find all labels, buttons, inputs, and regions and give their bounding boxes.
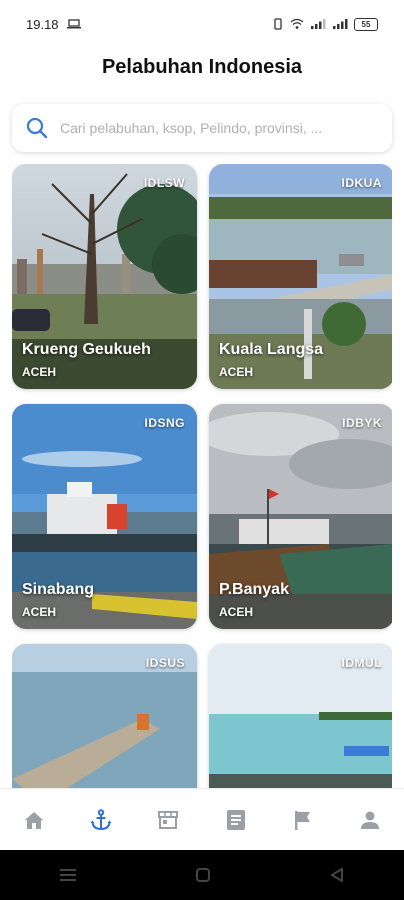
port-code: IDSUS [145,656,185,670]
port-province: ACEH [219,605,254,619]
port-card[interactable]: IDKUA Kuala Langsa ACEH [209,164,392,389]
port-card[interactable]: IDLSW Krueng Geukueh ACEH [12,164,197,389]
port-name: Kuala Langsa [219,341,324,358]
port-name: Sinabang [22,581,95,598]
store-icon [158,811,179,829]
home-icon [24,812,43,829]
battery-level: 55 [361,19,371,29]
battery-icon: 55 [354,17,378,31]
anchor-icon [90,809,112,831]
status-time: 19.18 [26,16,59,32]
signal-icon [311,19,326,29]
port-name: Krueng Geukueh [22,341,151,358]
system-nav-bar [0,850,404,900]
flag-icon [294,811,310,830]
port-name: P.Banyak [219,581,289,598]
port-card[interactable]: IDSNG Sinabang ACEH [12,404,197,629]
page-title: Pelabuhan Indonesia [101,56,303,78]
search-bar[interactable] [12,104,392,152]
nav-home[interactable] [14,800,54,840]
vibrate-icon [274,18,282,30]
search-icon [26,117,48,139]
nav-store[interactable] [148,800,188,840]
port-card[interactable]: IDMUL [209,644,392,788]
signal-icon [333,19,348,29]
status-bar: 19.18 55 [0,0,404,48]
laptop-icon [66,19,81,29]
port-code: IDSNG [144,416,185,430]
menu-icon[interactable] [59,868,77,882]
wifi-icon [290,18,304,29]
port-code: IDLSW [143,176,185,190]
document-icon [226,810,245,830]
nav-ports[interactable] [81,800,121,840]
user-icon [361,811,380,829]
port-card[interactable]: IDSUS [12,644,197,788]
nav-flag[interactable] [283,800,323,840]
port-grid: IDLSW Krueng Geukueh ACEH IDKUA Kuala La… [12,164,392,788]
port-code: IDKUA [341,176,382,190]
nav-profile[interactable] [350,800,390,840]
port-province: ACEH [219,365,254,379]
port-code: IDBYK [342,416,382,430]
back-icon[interactable] [329,867,345,883]
home-square-icon[interactable] [195,867,211,883]
port-code: IDMUL [341,656,382,670]
port-province: ACEH [22,365,57,379]
bottom-nav [0,788,404,851]
search-input[interactable] [58,119,392,137]
port-province: ACEH [22,605,57,619]
nav-documents[interactable] [216,800,256,840]
port-card[interactable]: IDBYK P.Banyak ACEH [209,404,392,629]
